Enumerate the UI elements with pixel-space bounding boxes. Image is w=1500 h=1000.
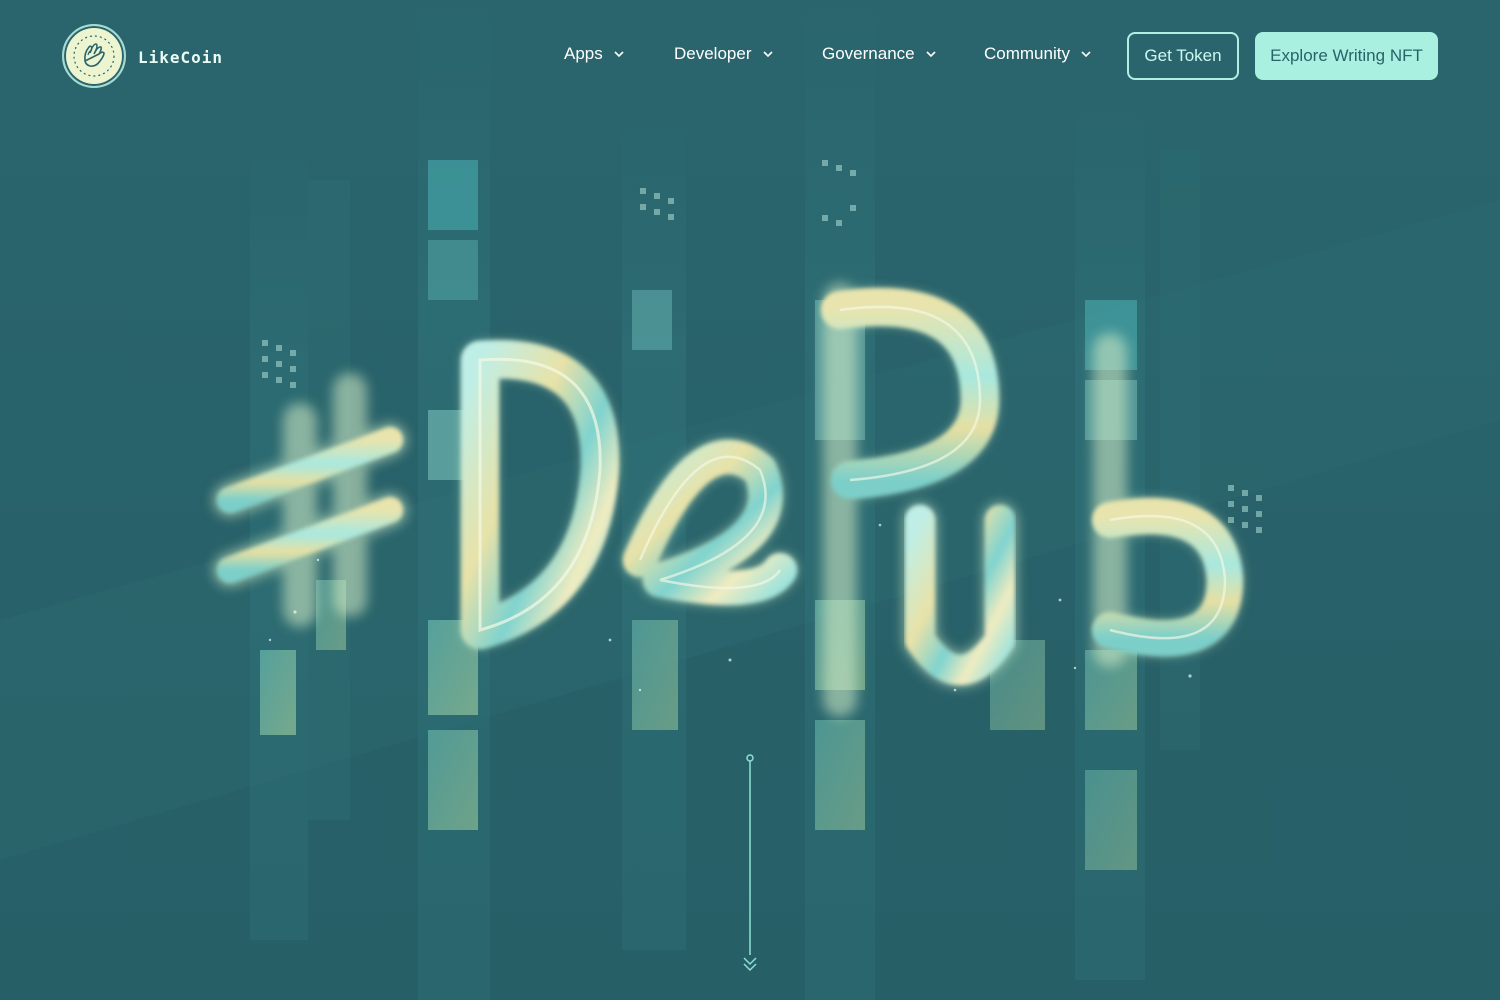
get-token-button[interactable]: Get Token: [1127, 32, 1239, 80]
nav-item-apps[interactable]: Apps: [564, 38, 625, 70]
landing-page: LikeCoin Apps Developer Governance Commu…: [0, 0, 1500, 1000]
nav-item-community[interactable]: Community: [984, 38, 1092, 70]
nav-item-label: Apps: [564, 44, 603, 63]
chevron-down-icon: [762, 48, 774, 60]
explore-writing-nft-button[interactable]: Explore Writing NFT: [1255, 32, 1438, 80]
brand-logo[interactable]: LikeCoin: [62, 24, 223, 88]
nav-item-label: Governance: [822, 44, 915, 63]
scroll-down-arrow-icon[interactable]: [740, 750, 760, 980]
nav-item-label: Community: [984, 44, 1070, 63]
chevron-down-icon: [613, 48, 625, 60]
site-header: LikeCoin Apps Developer Governance Commu…: [0, 0, 1500, 112]
clapping-hand-icon: [62, 24, 126, 88]
nav-item-developer[interactable]: Developer: [674, 38, 774, 70]
nav-item-governance[interactable]: Governance: [822, 38, 937, 70]
chevron-down-icon: [925, 48, 937, 60]
brand-name: LikeCoin: [138, 47, 224, 67]
chevron-down-icon: [1080, 48, 1092, 60]
nav-item-label: Developer: [674, 44, 752, 63]
